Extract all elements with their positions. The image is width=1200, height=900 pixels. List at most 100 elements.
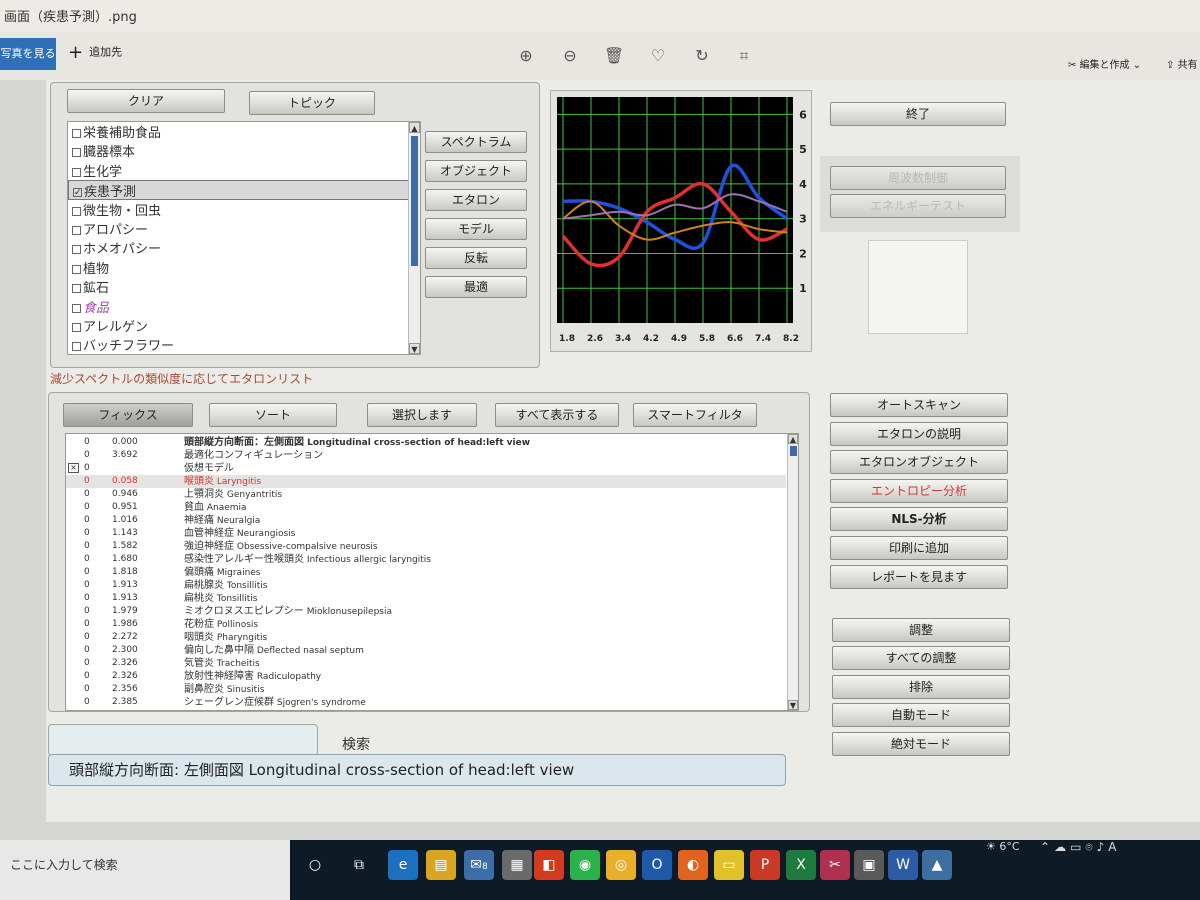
result-button-0[interactable]: フィックス	[63, 403, 193, 427]
table-row[interactable]: 0 2.272 咽頭炎 Pharyngitis	[66, 631, 786, 644]
taskbar-search-input[interactable]: ここに入力して検索	[0, 840, 290, 900]
edge-browser-icon[interactable]: e	[388, 850, 418, 880]
topic-checkbox[interactable]	[72, 264, 81, 274]
crop-icon[interactable]: ⌗	[732, 44, 756, 68]
table-row[interactable]: 0 0.951 貧血 Anaemia	[66, 501, 786, 514]
exit-button[interactable]: 終了	[830, 102, 1006, 126]
row-mark[interactable]: ×	[68, 463, 79, 473]
firefox-icon[interactable]: ◐	[678, 850, 708, 880]
scroll-thumb[interactable]	[411, 136, 418, 266]
topic-checkbox[interactable]: ✓	[73, 188, 82, 198]
table-scroll-up-icon[interactable]: ▲	[788, 434, 798, 444]
etalon-table[interactable]: 0 0.000 頭部縦方向断面：左側面図 Longitudinal cross-se…	[65, 433, 799, 711]
topic-item[interactable]: 臓器標本	[68, 141, 420, 160]
volume-icon[interactable]: ♪	[1097, 840, 1109, 854]
delete-icon[interactable]: 🗑	[602, 44, 626, 68]
open-photos-button[interactable]: 写真を見る	[0, 38, 56, 70]
topic-item[interactable]: 鉱石	[68, 277, 420, 296]
table-row[interactable]: 0 1.143 血管神経症 Neurangiosis	[66, 527, 786, 540]
topic-checkbox[interactable]	[72, 284, 81, 294]
powerpoint-icon[interactable]: P	[750, 850, 780, 880]
topic-item[interactable]: アレルゲン	[68, 316, 420, 335]
table-row[interactable]: 0 2.326 気管炎 Tracheitis	[66, 657, 786, 670]
table-row[interactable]: 0 1.986 花粉症 Pollinosis	[66, 618, 786, 631]
right-button-right-group1-0[interactable]: オートスキャン	[830, 393, 1008, 417]
right-button-right-group2-2[interactable]: 排除	[832, 674, 1010, 699]
right-button-right-group1-1[interactable]: エタロンの説明	[830, 421, 1008, 446]
excel-icon[interactable]: X	[786, 850, 816, 880]
chevron-up-icon[interactable]: ⌃	[1040, 840, 1054, 854]
right-button-right-group2-0[interactable]: 調整	[832, 618, 1010, 642]
table-row[interactable]: 0 2.356 副鼻腔炎 Sinusitis	[66, 683, 786, 696]
word-icon[interactable]: W	[888, 850, 918, 880]
edit-create-button[interactable]: ✂ 編集と作成 ⌄	[1068, 56, 1141, 71]
side-button-0[interactable]: スペクトラム	[425, 131, 527, 153]
right-button-right-group2-1[interactable]: すべての調整	[832, 646, 1010, 671]
result-button-3[interactable]: すべて表示する	[495, 403, 619, 427]
line-app-icon[interactable]: ◉	[570, 850, 600, 880]
topic-checkbox[interactable]	[72, 167, 81, 177]
table-row[interactable]: 0 2.300 偏向した鼻中隔 Deflected nasal septum	[66, 644, 786, 657]
right-button-right-group1-4[interactable]: NLS-分析	[830, 507, 1008, 532]
share-button[interactable]: ⇪ 共有	[1166, 56, 1198, 71]
topic-list[interactable]: 栄養補助食品 臓器標本 生化学 ✓ 疾患予測 微生物・回虫 アロパシー ホメオパシー 植物 鉱石食…	[67, 121, 421, 355]
topic-item[interactable]: アロパシー	[68, 219, 420, 238]
topic-item[interactable]: ホメオパシー	[68, 238, 420, 257]
table-row[interactable]: 0 1.979 ミオクロヌスエピレプシー Mioklonusepilepsia	[66, 605, 786, 618]
search-input[interactable]	[48, 724, 318, 756]
app-icon[interactable]: ▣	[854, 850, 884, 880]
result-button-2[interactable]: 選択します	[367, 403, 477, 427]
cloud-icon[interactable]: ☁	[1054, 840, 1070, 854]
scroll-up-arrow-icon[interactable]: ▲	[409, 122, 420, 133]
clear-button[interactable]: クリア	[67, 89, 225, 113]
table-row[interactable]: 0 1.680 感染性アレルギー性喉頭炎 Infectious allergic l…	[66, 553, 786, 566]
task-view-icon[interactable]: ⧉	[344, 850, 374, 880]
topic-item[interactable]: 植物	[68, 258, 420, 277]
zoom-in-icon[interactable]: ⊕	[514, 44, 538, 68]
outlook-icon[interactable]: O	[642, 850, 672, 880]
chrome-icon[interactable]: ◎	[606, 850, 636, 880]
table-row[interactable]: 0 1.582 強迫神経症 Obsessive-compalsive neurosi…	[66, 540, 786, 553]
topic-scrollbar[interactable]: ▲ ▼	[408, 122, 420, 354]
table-row[interactable]: 0 2.385 シェーグレン症候群 Sjogren's syndrome	[66, 696, 786, 709]
topic-checkbox[interactable]	[72, 245, 81, 255]
file-explorer-icon[interactable]: ▤	[426, 850, 456, 880]
table-scrollbar[interactable]: ▲ ▼	[787, 434, 798, 710]
topic-checkbox[interactable]	[72, 129, 81, 138]
snipping-tool-icon[interactable]: ✂	[820, 850, 850, 880]
right-button-right-group1-6[interactable]: レポートを見ます	[830, 564, 1008, 589]
result-button-1[interactable]: ソート	[209, 403, 337, 427]
table-row[interactable]: 0 0.946 上顎洞炎 Genyantritis	[66, 488, 786, 501]
zoom-out-icon[interactable]: ⊖	[558, 44, 582, 68]
network-icon[interactable]: ⌾	[1085, 840, 1096, 854]
right-button-right-group1-2[interactable]: エタロンオブジェクト	[830, 450, 1008, 475]
right-button-right-group1-3[interactable]: エントロピー分析	[830, 478, 1008, 503]
topic-checkbox[interactable]	[72, 148, 81, 158]
topic-item[interactable]: ✓ 疾患予測	[68, 180, 420, 200]
side-button-2[interactable]: エタロン	[425, 189, 527, 211]
right-button-right-group2-3[interactable]: 自動モード	[832, 703, 1010, 728]
table-row[interactable]: × 0 仮想モデル	[66, 462, 786, 475]
side-button-5[interactable]: 最適	[425, 276, 527, 298]
table-row[interactable]: 0 1.016 神経痛 Neuralgia	[66, 514, 786, 527]
right-button-right-group1-5[interactable]: 印刷に追加	[830, 536, 1008, 560]
sticky-notes-icon[interactable]: ▭	[714, 850, 744, 880]
topic-checkbox[interactable]	[72, 206, 81, 216]
topic-item[interactable]: 食品	[68, 297, 420, 316]
table-scroll-down-icon[interactable]: ▼	[788, 700, 798, 710]
topic-button[interactable]: トピック	[249, 91, 375, 115]
table-row[interactable]: 0 2.326 放射性神経障害 Radiculopathy	[66, 670, 786, 683]
table-row[interactable]: 0 0.000 頭部縦方向断面：左側面図 Longitudinal cross-se…	[66, 436, 786, 449]
side-button-3[interactable]: モデル	[425, 218, 527, 240]
office-icon[interactable]: ◧	[534, 850, 564, 880]
table-row[interactable]: 0 1.913 扁桃炎 Tonsillitis	[66, 592, 786, 605]
topic-checkbox[interactable]	[72, 322, 81, 332]
topic-item[interactable]: 栄養補助食品	[68, 122, 420, 141]
topic-item[interactable]: 微生物・回虫	[68, 200, 420, 219]
ime-icon[interactable]: A	[1108, 840, 1120, 854]
mail-icon[interactable]: ✉8	[464, 850, 494, 880]
side-button-4[interactable]: 反転	[425, 247, 527, 269]
table-row[interactable]: 0 0.058 喉頭炎 Laryngitis	[66, 475, 786, 488]
table-row[interactable]: 0 3.692 最適化コンフィギュレーション	[66, 449, 786, 462]
battery-icon[interactable]: ▭	[1070, 840, 1085, 854]
